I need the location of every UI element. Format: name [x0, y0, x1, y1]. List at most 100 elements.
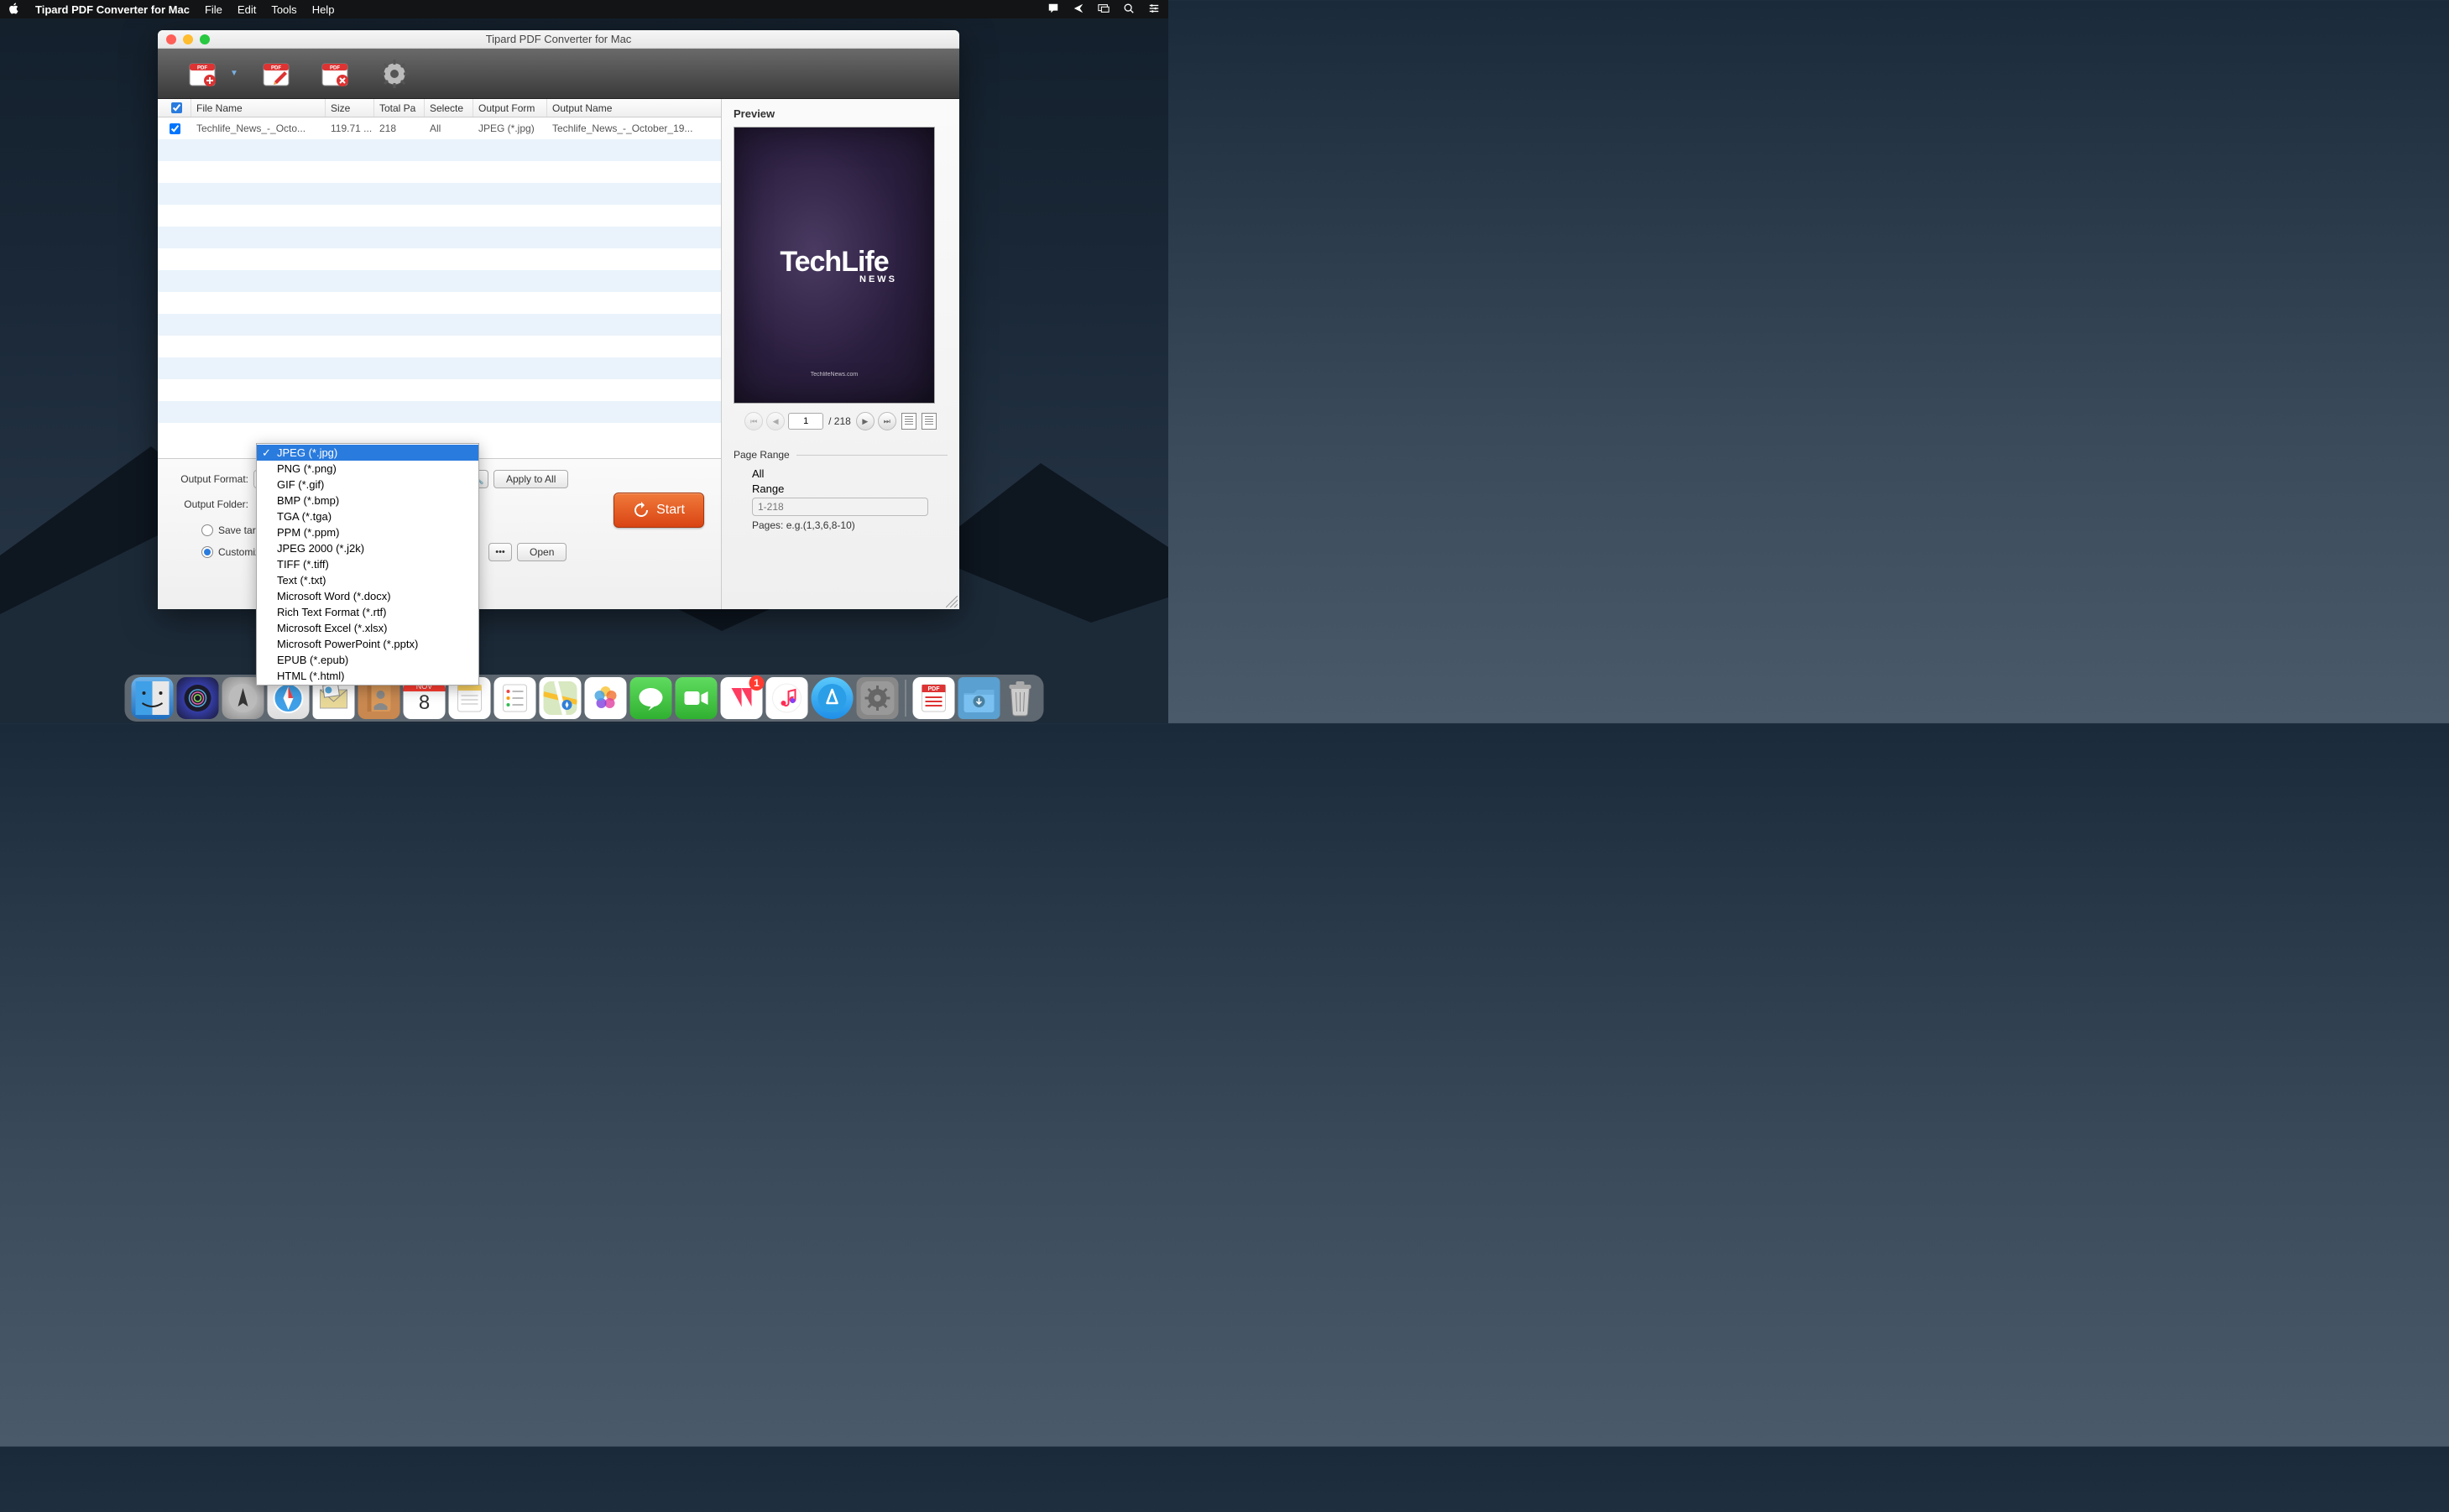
dropdown-item[interactable]: GIF (*.gif) — [257, 477, 478, 493]
window-title: Tipard PDF Converter for Mac — [158, 33, 959, 45]
first-page-button[interactable]: ⏮ — [744, 412, 763, 430]
page-range-hint: Pages: e.g.(1,3,6,8-10) — [752, 519, 948, 531]
status-icon-2[interactable] — [1073, 3, 1084, 17]
dock-siri[interactable] — [177, 677, 219, 719]
start-button[interactable]: Start — [614, 493, 704, 528]
dock-facetime[interactable] — [676, 677, 718, 719]
window-close[interactable] — [166, 34, 176, 44]
header-size[interactable]: Size — [326, 99, 374, 117]
dropdown-item[interactable]: TIFF (*.tiff) — [257, 556, 478, 572]
page-range-range-label: Range — [752, 482, 784, 495]
dropdown-item[interactable]: Rich Text Format (*.rtf) — [257, 604, 478, 620]
screen-mirror-icon[interactable] — [1098, 3, 1110, 17]
dock-messages[interactable] — [630, 677, 672, 719]
page-range-group: Page Range All Range Pages: e.g.(1,3,6,8… — [734, 449, 948, 531]
resize-grip[interactable] — [946, 596, 958, 607]
titlebar[interactable]: Tipard PDF Converter for Mac — [158, 30, 959, 49]
apply-to-all-button[interactable]: Apply to All — [493, 470, 568, 488]
dock-appstore[interactable] — [812, 677, 854, 719]
prev-page-button[interactable]: ◀ — [766, 412, 785, 430]
dock-photos[interactable] — [585, 677, 627, 719]
edit-pdf-button[interactable]: PDF — [257, 55, 297, 92]
header-output-format[interactable]: Output Form — [473, 99, 547, 117]
dock-downloads[interactable] — [958, 677, 1000, 719]
control-center-icon[interactable] — [1148, 3, 1160, 17]
settings-button[interactable] — [374, 55, 415, 92]
apple-menu[interactable] — [8, 3, 20, 17]
header-checkbox[interactable] — [158, 99, 191, 117]
dropdown-item[interactable]: PNG (*.png) — [257, 461, 478, 477]
add-pdf-button[interactable]: PDF — [183, 55, 223, 92]
dropdown-item[interactable]: JPEG (*.jpg) — [257, 445, 478, 461]
preview-thumbnail[interactable]: TechLife NEWS TechlifeNews.com — [734, 127, 935, 404]
row-total-pages: 218 — [374, 123, 425, 134]
dropdown-item[interactable]: HTML (*.html) — [257, 668, 478, 684]
dock-finder[interactable] — [132, 677, 174, 719]
output-folder-label: Output Folder: — [173, 498, 248, 510]
row-size: 119.71 ... — [326, 123, 374, 134]
preview-thumb-subtitle: NEWS — [859, 274, 897, 284]
page-number-input[interactable] — [788, 413, 823, 430]
preview-thumb-site: TechlifeNews.com — [811, 372, 858, 378]
row-checkbox[interactable] — [158, 123, 191, 134]
dropdown-item[interactable]: PPM (*.ppm) — [257, 524, 478, 540]
row-file-name: Techlife_News_-_Octo... — [191, 123, 326, 134]
dropdown-item[interactable]: TGA (*.tga) — [257, 508, 478, 524]
page-range-input[interactable] — [752, 498, 928, 516]
window-zoom[interactable] — [200, 34, 210, 44]
row-selected: All — [425, 123, 473, 134]
dropdown-item[interactable]: JPEG 2000 (*.j2k) — [257, 540, 478, 556]
save-target-radio[interactable] — [201, 524, 213, 536]
browse-folder-button[interactable]: ••• — [488, 543, 512, 561]
add-pdf-dropdown[interactable]: ▼ — [230, 69, 238, 78]
app-name-menu[interactable]: Tipard PDF Converter for Mac — [35, 3, 190, 16]
toolbar: PDF ▼ PDF PDF — [158, 49, 959, 99]
svg-text:PDF: PDF — [271, 65, 281, 70]
output-format-label: Output Format: — [173, 473, 248, 485]
preview-heading: Preview — [734, 107, 948, 120]
dock-preferences[interactable] — [857, 677, 899, 719]
dropdown-item[interactable]: Microsoft Word (*.docx) — [257, 588, 478, 604]
dropdown-item[interactable]: Microsoft Excel (*.xlsx) — [257, 620, 478, 636]
menu-tools[interactable]: Tools — [271, 3, 296, 16]
window-minimize[interactable] — [183, 34, 193, 44]
dock-news[interactable]: 1 — [721, 677, 763, 719]
page-range-legend: Page Range — [734, 449, 948, 461]
svg-text:PDF: PDF — [928, 686, 941, 692]
dropdown-item[interactable]: Text (*.txt) — [257, 572, 478, 588]
page-range-all-label: All — [752, 467, 764, 480]
header-selected[interactable]: Selecte — [425, 99, 473, 117]
menu-edit[interactable]: Edit — [238, 3, 256, 16]
header-file-name[interactable]: File Name — [191, 99, 326, 117]
row-output-format: JPEG (*.jpg) — [473, 123, 547, 134]
news-badge: 1 — [749, 675, 765, 691]
customize-label: Customiz — [218, 546, 260, 558]
dropdown-item[interactable]: BMP (*.bmp) — [257, 493, 478, 508]
single-page-icon[interactable] — [901, 413, 916, 430]
svg-text:PDF: PDF — [330, 65, 340, 70]
multi-page-icon[interactable] — [922, 413, 937, 430]
dock-trash[interactable] — [1004, 679, 1037, 717]
status-icon-1[interactable] — [1047, 3, 1059, 17]
menu-help[interactable]: Help — [312, 3, 335, 16]
open-folder-button[interactable]: Open — [517, 543, 567, 561]
page-total-label: / 218 — [827, 415, 853, 427]
menubar: Tipard PDF Converter for Mac File Edit T… — [0, 0, 1168, 18]
menu-file[interactable]: File — [205, 3, 222, 16]
dropdown-item[interactable]: Microsoft PowerPoint (*.pptx) — [257, 636, 478, 652]
dock-maps[interactable] — [540, 677, 582, 719]
preview-panel: Preview TechLife NEWS TechlifeNews.com ⏮… — [721, 99, 959, 609]
remove-pdf-button[interactable]: PDF — [316, 55, 356, 92]
header-total-pages[interactable]: Total Pa — [374, 99, 425, 117]
dock-app-pdf[interactable]: PDF — [913, 677, 955, 719]
spotlight-icon[interactable] — [1123, 3, 1135, 17]
output-format-dropdown[interactable]: JPEG (*.jpg)PNG (*.png)GIF (*.gif)BMP (*… — [256, 443, 479, 686]
dropdown-item[interactable]: EPUB (*.epub) — [257, 652, 478, 668]
svg-text:PDF: PDF — [197, 65, 207, 70]
dock-music[interactable] — [766, 677, 808, 719]
last-page-button[interactable]: ⏭ — [878, 412, 896, 430]
customize-radio[interactable] — [201, 546, 213, 558]
dock-reminders[interactable] — [494, 677, 536, 719]
next-page-button[interactable]: ▶ — [856, 412, 875, 430]
save-target-label: Save targ — [218, 524, 261, 536]
